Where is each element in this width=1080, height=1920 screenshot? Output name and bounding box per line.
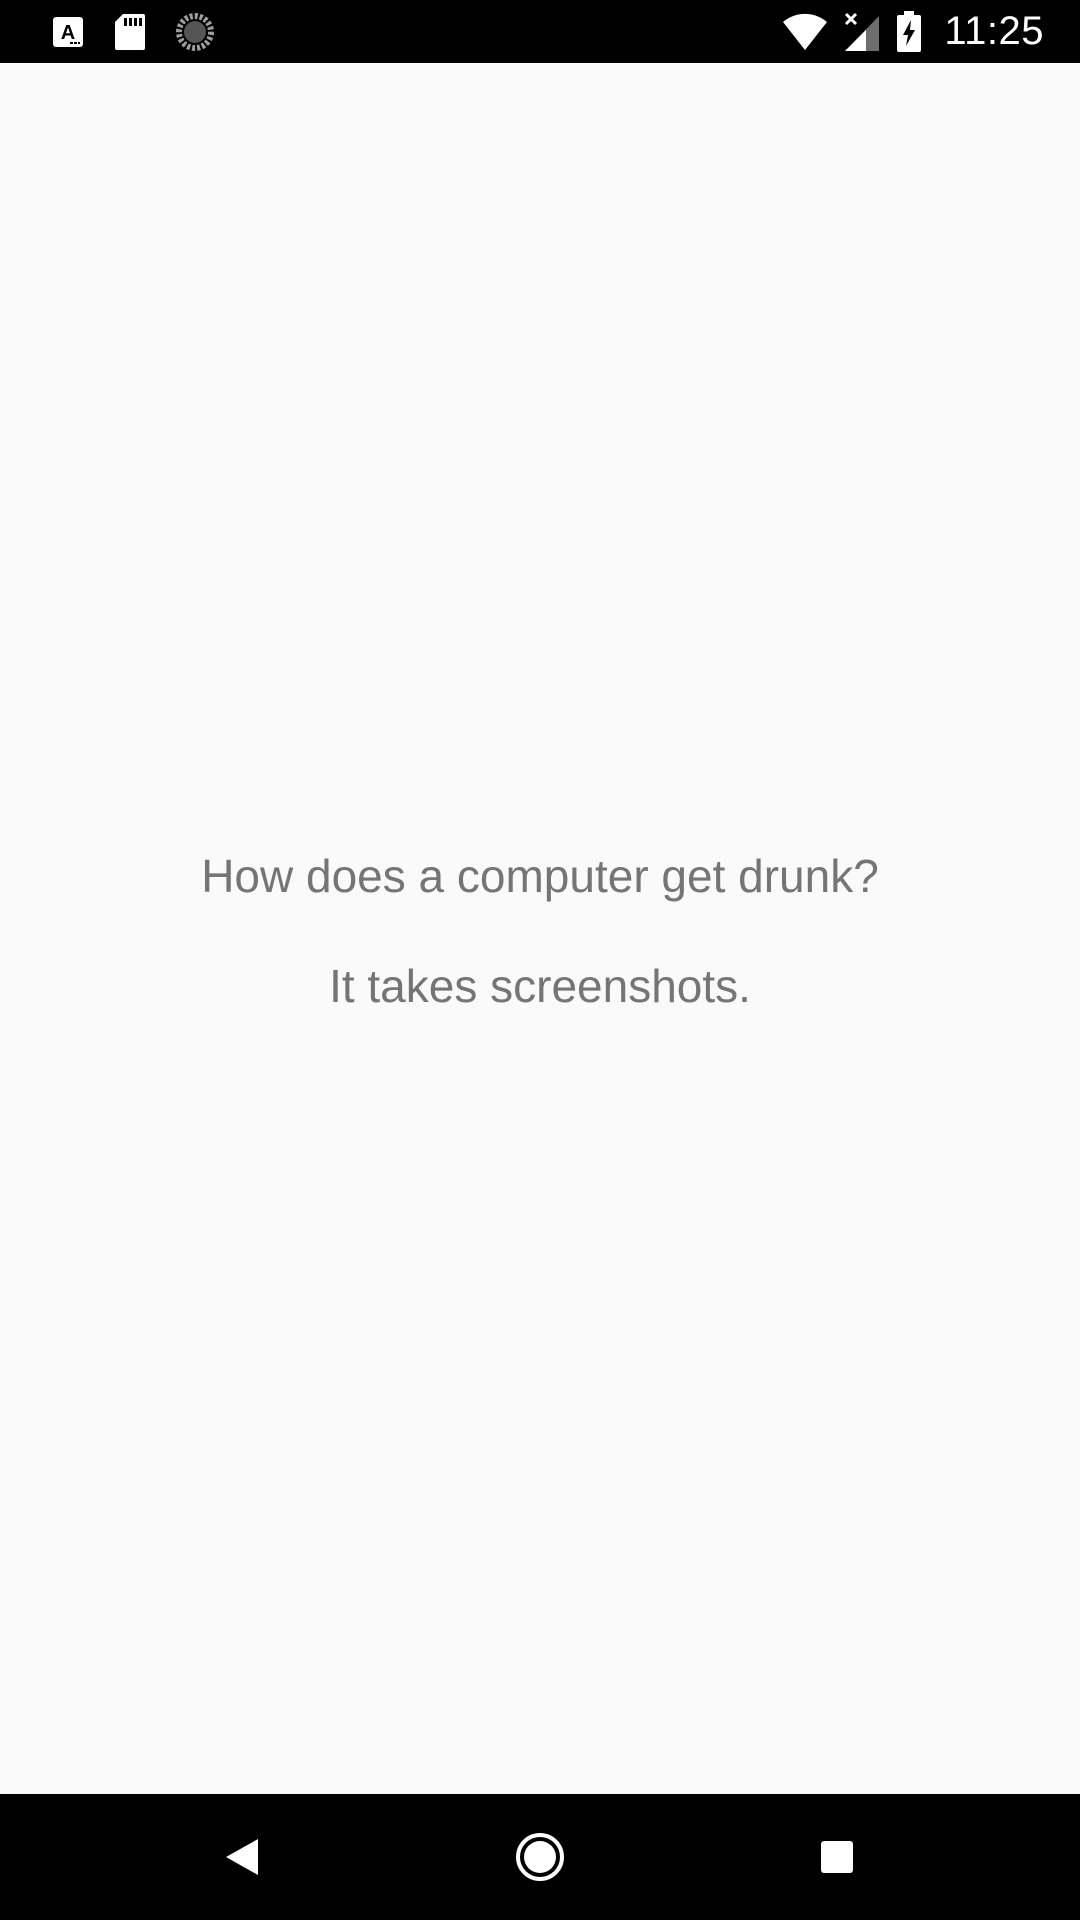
recent-apps-icon [820, 1840, 854, 1874]
status-system-icons: 11:25 [782, 0, 1044, 63]
a-notification-icon: A [52, 16, 84, 48]
status-clock: 11:25 [944, 9, 1044, 53]
joke-question: How does a computer get drunk? [201, 850, 879, 902]
sd-card-icon [114, 13, 146, 51]
cell-signal-no-data-icon [844, 12, 880, 52]
navigation-bar [0, 1794, 1080, 1920]
back-button[interactable] [162, 1794, 322, 1920]
sync-progress-icon [176, 12, 214, 51]
recent-apps-button[interactable] [757, 1794, 917, 1920]
joke-answer: It takes screenshots. [329, 960, 751, 1012]
home-button[interactable] [460, 1794, 620, 1920]
joke-content: How does a computer get drunk? It takes … [0, 63, 1080, 1794]
wifi-icon [782, 13, 828, 51]
back-icon [224, 1837, 260, 1877]
status-notification-icons: A [52, 0, 214, 63]
status-bar: A 11:25 [0, 0, 1080, 63]
battery-charging-icon [896, 10, 922, 53]
screen: A 11:25 How does a computer get drunk? I… [0, 0, 1080, 1920]
svg-text:A: A [61, 22, 75, 44]
home-icon [514, 1831, 566, 1883]
